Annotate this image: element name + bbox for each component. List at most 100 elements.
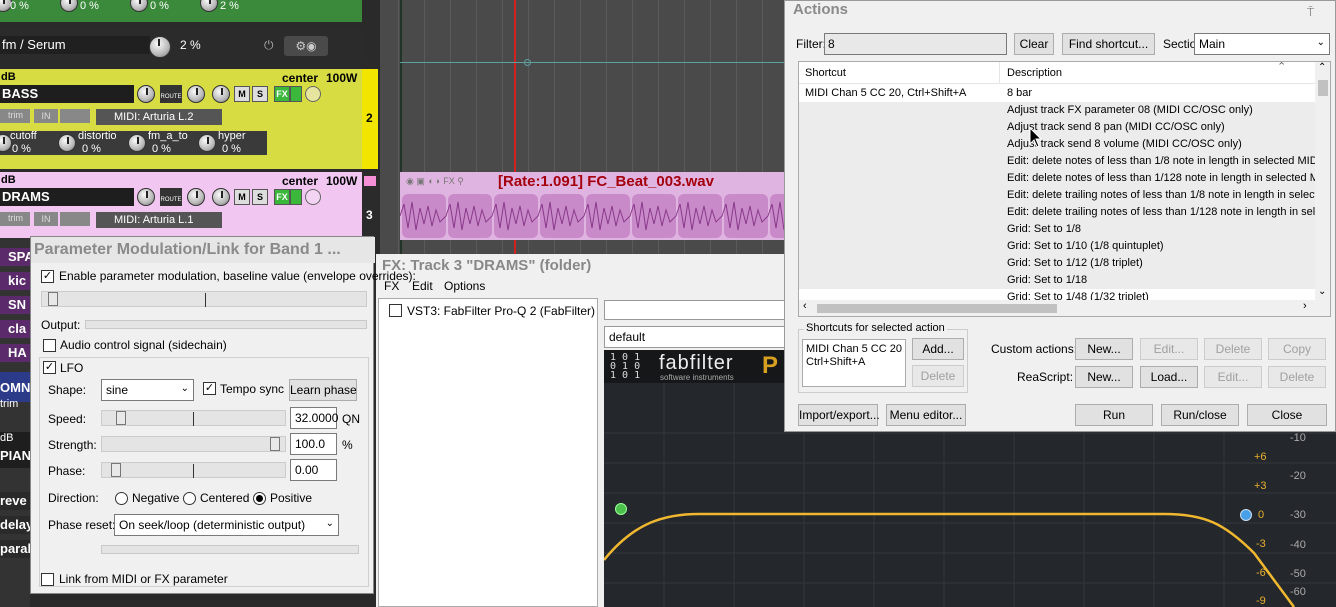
envelope-line[interactable] bbox=[400, 62, 790, 63]
param-knob[interactable] bbox=[200, 0, 218, 12]
midi-input-select[interactable]: MIDI: Arturia L.2 bbox=[96, 109, 222, 125]
arrange-view[interactable]: ◉ ▣ ◖ ◗ FX ⚲ [Rate:1.091] FC_Beat_003.wa… bbox=[380, 0, 790, 255]
filter-input[interactable]: 8 bbox=[824, 33, 1007, 55]
action-row[interactable]: Grid: Set to 1/8 bbox=[799, 221, 1315, 238]
env-icon[interactable] bbox=[305, 189, 321, 205]
track-row[interactable]: SN bbox=[0, 296, 30, 314]
midi-input-select[interactable]: MIDI: Arturia L.1 bbox=[96, 212, 222, 228]
power-icon[interactable]: ⏻ bbox=[264, 38, 274, 53]
track-name[interactable]: BASS bbox=[0, 85, 134, 103]
track-row[interactable]: paral bbox=[0, 540, 31, 558]
enable-modulation-checkbox[interactable]: ✓ bbox=[41, 270, 54, 283]
volume-knob[interactable] bbox=[137, 85, 155, 103]
plugin-name[interactable]: VST3: FabFilter Pro-Q 2 (FabFilter) bbox=[407, 304, 595, 318]
reascript-edit-button[interactable]: Edit... bbox=[1204, 366, 1262, 388]
direction-positive-radio[interactable] bbox=[253, 492, 266, 505]
run-button[interactable]: Run bbox=[1075, 404, 1153, 426]
custom-new-button[interactable]: New... bbox=[1075, 338, 1133, 360]
track-row[interactable]: dB PIAN bbox=[0, 432, 31, 468]
scroll-left-icon[interactable]: ‹ bbox=[803, 300, 807, 312]
action-row[interactable]: Edit: delete notes of less than 1/8 note… bbox=[799, 153, 1315, 170]
custom-edit-button[interactable]: Edit... bbox=[1140, 338, 1198, 360]
input-button[interactable]: IN bbox=[34, 109, 58, 123]
fx-bypass-icon[interactable] bbox=[290, 86, 302, 102]
fx-button[interactable]: FX bbox=[274, 86, 290, 102]
param-knob[interactable] bbox=[58, 134, 76, 152]
link-param-checkbox[interactable] bbox=[41, 573, 54, 586]
action-row[interactable]: Grid: Set to 1/10 (1/8 quintuplet) bbox=[799, 238, 1315, 255]
speed-field[interactable]: 32.0000 bbox=[290, 407, 338, 429]
baseline-slider[interactable] bbox=[41, 291, 367, 307]
action-row[interactable]: Grid: Set to 1/12 (1/8 triplet) bbox=[799, 255, 1315, 272]
param-knob[interactable] bbox=[130, 0, 148, 12]
fx-button[interactable]: FX bbox=[274, 189, 290, 205]
shape-select[interactable]: sine ⌄ bbox=[101, 379, 194, 401]
scroll-down-icon[interactable]: ⌄ bbox=[1318, 286, 1326, 297]
solo-button[interactable]: S bbox=[252, 86, 268, 102]
menu-editor-button[interactable]: Menu editor... bbox=[886, 404, 966, 426]
action-row[interactable]: Edit: delete trailing notes of less than… bbox=[799, 187, 1315, 204]
tempo-sync-checkbox[interactable]: ✓ bbox=[203, 382, 216, 395]
action-row[interactable]: MIDI Chan 5 CC 20, Ctrl+Shift+A 8 bar bbox=[799, 85, 1315, 102]
column-description[interactable]: Description bbox=[1007, 67, 1062, 79]
preset-field[interactable] bbox=[604, 300, 790, 320]
phase-slider-thumb[interactable] bbox=[111, 463, 121, 477]
phase-reset-select[interactable]: On seek/loop (deterministic output) ⌄ bbox=[114, 514, 339, 536]
scroll-right-icon[interactable]: › bbox=[1303, 300, 1307, 312]
add-shortcut-button[interactable]: Add... bbox=[912, 338, 964, 360]
action-row[interactable]: Adjust track FX parameter 08 (MIDI CC/OS… bbox=[799, 102, 1315, 119]
action-row[interactable]: Adjust track send 8 pan (MIDI CC/OSC onl… bbox=[799, 119, 1315, 136]
pan-knob[interactable] bbox=[187, 188, 205, 206]
direction-negative-radio[interactable] bbox=[115, 492, 128, 505]
section-select[interactable]: Main ⌄ bbox=[1194, 33, 1330, 55]
action-row[interactable]: Adjust track send 8 volume (MIDI CC/OSC … bbox=[799, 136, 1315, 153]
custom-delete-button[interactable]: Delete bbox=[1204, 338, 1262, 360]
pan-knob[interactable] bbox=[187, 85, 205, 103]
menu-options[interactable]: Options bbox=[444, 279, 485, 293]
phase-slider[interactable] bbox=[101, 462, 286, 478]
actions-list[interactable]: Shortcut Description ⌃ MIDI Chan 5 CC 20… bbox=[798, 61, 1331, 317]
param-knob[interactable] bbox=[60, 0, 78, 12]
mute-button[interactable]: M bbox=[234, 86, 250, 102]
close-button[interactable]: Close bbox=[1247, 404, 1327, 426]
route-button[interactable]: ROUTE bbox=[160, 85, 182, 103]
plugin-enable-checkbox[interactable] bbox=[389, 304, 402, 317]
find-shortcut-button[interactable]: Find shortcut... bbox=[1062, 33, 1155, 55]
reascript-new-button[interactable]: New... bbox=[1075, 366, 1133, 388]
track-name[interactable]: DRAMS bbox=[0, 188, 134, 206]
preset-select[interactable]: default bbox=[604, 326, 790, 348]
speed-slider-thumb[interactable] bbox=[116, 411, 126, 425]
scroll-up-icon[interactable]: ⌃ bbox=[1318, 62, 1326, 73]
monitor-icon[interactable] bbox=[60, 212, 90, 226]
strength-slider[interactable] bbox=[101, 436, 286, 452]
learn-phase-button[interactable]: Learn phase bbox=[289, 379, 357, 401]
track-row[interactable]: SPA bbox=[0, 248, 34, 266]
action-row[interactable]: Edit: delete notes of less than 1/128 no… bbox=[799, 170, 1315, 187]
reascript-delete-button[interactable]: Delete bbox=[1268, 366, 1326, 388]
eq-band-node[interactable] bbox=[1240, 509, 1252, 521]
action-row[interactable]: Edit: delete trailing notes of less than… bbox=[799, 204, 1315, 221]
param-knob[interactable] bbox=[128, 134, 146, 152]
solo-button[interactable]: S bbox=[252, 189, 268, 205]
mute-button[interactable]: M bbox=[234, 189, 250, 205]
media-item[interactable]: ◉ ▣ ◖ ◗ FX ⚲ [Rate:1.091] FC_Beat_003.wa… bbox=[400, 172, 790, 240]
clear-button[interactable]: Clear bbox=[1014, 33, 1054, 55]
hscrollbar-thumb[interactable] bbox=[817, 304, 1057, 313]
envelope-point[interactable] bbox=[524, 59, 531, 66]
baseline-slider-thumb[interactable] bbox=[48, 292, 58, 306]
monitor-icon[interactable] bbox=[60, 109, 90, 123]
delete-shortcut-button[interactable]: Delete bbox=[912, 365, 964, 387]
strength-slider-thumb[interactable] bbox=[270, 437, 280, 451]
scrollbar-thumb[interactable] bbox=[1318, 80, 1328, 96]
run-close-button[interactable]: Run/close bbox=[1161, 404, 1239, 426]
action-row[interactable]: Grid: Set to 1/18 bbox=[799, 272, 1315, 289]
param-knob[interactable] bbox=[198, 134, 216, 152]
shortcut-item[interactable]: Ctrl+Shift+A bbox=[806, 356, 902, 369]
speed-slider[interactable] bbox=[101, 410, 286, 426]
shortcut-item[interactable]: MIDI Chan 5 CC 20 bbox=[806, 343, 902, 356]
param-knob[interactable] bbox=[149, 36, 171, 58]
strength-field[interactable]: 100.0 bbox=[290, 433, 337, 455]
gear-icon[interactable]: ⚙◉ bbox=[284, 36, 328, 56]
width-knob[interactable] bbox=[212, 188, 230, 206]
volume-knob[interactable] bbox=[137, 188, 155, 206]
